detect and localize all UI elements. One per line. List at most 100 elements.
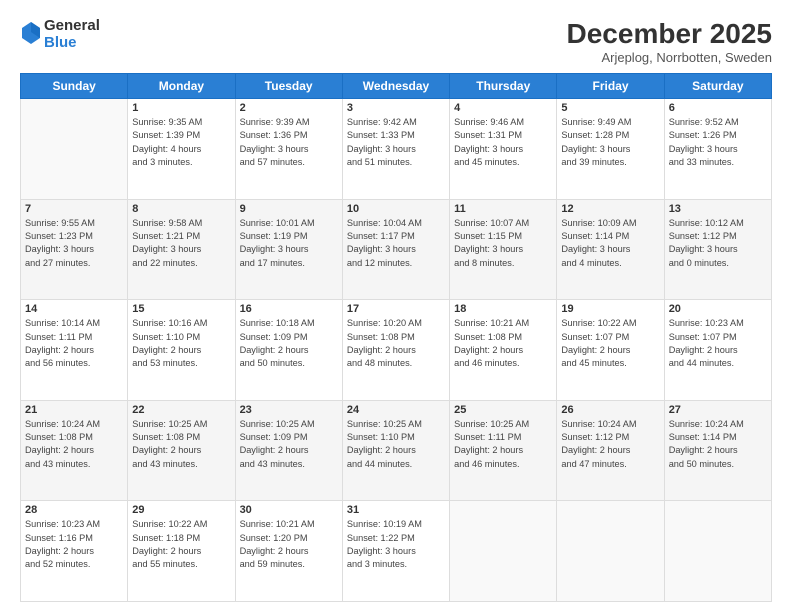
calendar-cell: 14Sunrise: 10:14 AM Sunset: 1:11 PM Dayl… [21, 300, 128, 401]
month-title: December 2025 [567, 18, 772, 50]
day-info: Sunrise: 10:14 AM Sunset: 1:11 PM Daylig… [25, 317, 123, 370]
day-info: Sunrise: 10:21 AM Sunset: 1:08 PM Daylig… [454, 317, 552, 370]
calendar-cell: 15 Sunrise: 10:16 AM Sunset: 1:10 PM Dayl… [128, 300, 235, 401]
day-number: 11 [454, 203, 552, 215]
calendar-cell: 27 Sunrise: 10:24 AM Sunset: 1:14 PM Dayl… [664, 400, 771, 501]
calendar-cell [557, 501, 664, 602]
weekday-header: Tuesday [235, 74, 342, 99]
day-number: 16 [240, 303, 338, 315]
day-info: Sunrise: 10:25 AM Sunset: 1:10 PM Daylig… [347, 418, 445, 471]
calendar-week-row: 7 Sunrise: 9:55 AM Sunset: 1:23 PM Daylig… [21, 199, 772, 300]
header: General Blue December 2025 Arjeplog, Nor… [20, 18, 772, 65]
calendar-cell: 19Sunrise: 10:22 AM Sunset: 1:07 PM Dayl… [557, 300, 664, 401]
day-number: 30 [240, 504, 338, 516]
weekday-header: Thursday [450, 74, 557, 99]
day-info: Sunrise: 9:58 AM Sunset: 1:21 PM Dayligh… [132, 217, 230, 270]
logo-general: General [44, 18, 100, 35]
day-info: Sunrise: 9:42 AM Sunset: 1:33 PM Dayligh… [347, 116, 445, 169]
day-info: Sunrise: 9:49 AM Sunset: 1:28 PM Dayligh… [561, 116, 659, 169]
calendar-cell: 23 Sunrise: 10:25 AM Sunset: 1:09 PM Dayl… [235, 400, 342, 501]
day-number: 15 [132, 303, 230, 315]
day-info: Sunrise: 10:01 AM Sunset: 1:19 PM Daylig… [240, 217, 338, 270]
weekday-header: Sunday [21, 74, 128, 99]
day-number: 9 [240, 203, 338, 215]
day-info: Sunrise: 10:04 AM Sunset: 1:17 PM Daylig… [347, 217, 445, 270]
calendar-cell: 21 Sunrise: 10:24 AM Sunset: 1:08 PM Dayl… [21, 400, 128, 501]
calendar-cell: 9 Sunrise: 10:01 AM Sunset: 1:19 PM Dayli… [235, 199, 342, 300]
day-info: Sunrise: 9:35 AM Sunset: 1:39 PM Dayligh… [132, 116, 230, 169]
calendar-cell: 10Sunrise: 10:04 AM Sunset: 1:17 PM Dayl… [342, 199, 449, 300]
calendar-week-row: 1 Sunrise: 9:35 AM Sunset: 1:39 PM Daylig… [21, 99, 772, 200]
day-number: 25 [454, 404, 552, 416]
title-block: December 2025 Arjeplog, Norrbotten, Swed… [567, 18, 772, 65]
day-number: 8 [132, 203, 230, 215]
day-info: Sunrise: 10:18 AM Sunset: 1:09 PM Daylig… [240, 317, 338, 370]
day-info: Sunrise: 10:25 AM Sunset: 1:08 PM Daylig… [132, 418, 230, 471]
calendar-cell: 17Sunrise: 10:20 AM Sunset: 1:08 PM Dayl… [342, 300, 449, 401]
calendar-cell: 7 Sunrise: 9:55 AM Sunset: 1:23 PM Daylig… [21, 199, 128, 300]
location-subtitle: Arjeplog, Norrbotten, Sweden [567, 50, 772, 65]
day-number: 28 [25, 504, 123, 516]
day-number: 6 [669, 102, 767, 114]
day-number: 5 [561, 102, 659, 114]
day-number: 18 [454, 303, 552, 315]
calendar-cell: 24 Sunrise: 10:25 AM Sunset: 1:10 PM Dayl… [342, 400, 449, 501]
day-info: Sunrise: 9:46 AM Sunset: 1:31 PM Dayligh… [454, 116, 552, 169]
calendar-cell: 8 Sunrise: 9:58 AM Sunset: 1:21 PM Daylig… [128, 199, 235, 300]
calendar-cell [450, 501, 557, 602]
calendar-cell: 20Sunrise: 10:23 AM Sunset: 1:07 PM Dayl… [664, 300, 771, 401]
day-number: 29 [132, 504, 230, 516]
day-info: Sunrise: 9:55 AM Sunset: 1:23 PM Dayligh… [25, 217, 123, 270]
day-number: 7 [25, 203, 123, 215]
day-number: 12 [561, 203, 659, 215]
calendar-cell [21, 99, 128, 200]
day-info: Sunrise: 10:19 AM Sunset: 1:22 PM Daylig… [347, 518, 445, 571]
day-info: Sunrise: 10:23 AM Sunset: 1:07 PM Daylig… [669, 317, 767, 370]
logo-blue: Blue [44, 35, 100, 52]
calendar-header-row: SundayMondayTuesdayWednesdayThursdayFrid… [21, 74, 772, 99]
calendar-cell: 26 Sunrise: 10:24 AM Sunset: 1:12 PM Dayl… [557, 400, 664, 501]
day-number: 22 [132, 404, 230, 416]
calendar-cell: 1 Sunrise: 9:35 AM Sunset: 1:39 PM Daylig… [128, 99, 235, 200]
calendar-cell: 18 Sunrise: 10:21 AM Sunset: 1:08 PM Dayl… [450, 300, 557, 401]
day-info: Sunrise: 10:24 AM Sunset: 1:08 PM Daylig… [25, 418, 123, 471]
weekday-header: Friday [557, 74, 664, 99]
day-number: 31 [347, 504, 445, 516]
page: General Blue December 2025 Arjeplog, Nor… [0, 0, 792, 612]
day-number: 24 [347, 404, 445, 416]
day-number: 23 [240, 404, 338, 416]
calendar-cell: 31 Sunrise: 10:19 AM Sunset: 1:22 PM Dayl… [342, 501, 449, 602]
day-number: 26 [561, 404, 659, 416]
day-info: Sunrise: 10:25 AM Sunset: 1:11 PM Daylig… [454, 418, 552, 471]
day-info: Sunrise: 10:07 AM Sunset: 1:15 PM Daylig… [454, 217, 552, 270]
day-number: 21 [25, 404, 123, 416]
calendar-week-row: 14Sunrise: 10:14 AM Sunset: 1:11 PM Dayl… [21, 300, 772, 401]
day-info: Sunrise: 10:25 AM Sunset: 1:09 PM Daylig… [240, 418, 338, 471]
day-info: Sunrise: 10:12 AM Sunset: 1:12 PM Daylig… [669, 217, 767, 270]
calendar-cell: 3 Sunrise: 9:42 AM Sunset: 1:33 PM Daylig… [342, 99, 449, 200]
day-number: 19 [561, 303, 659, 315]
calendar-cell: 13 Sunrise: 10:12 AM Sunset: 1:12 PM Dayl… [664, 199, 771, 300]
day-info: Sunrise: 10:24 AM Sunset: 1:14 PM Daylig… [669, 418, 767, 471]
day-number: 4 [454, 102, 552, 114]
day-number: 27 [669, 404, 767, 416]
calendar-cell: 5 Sunrise: 9:49 AM Sunset: 1:28 PM Daylig… [557, 99, 664, 200]
calendar-cell: 29 Sunrise: 10:22 AM Sunset: 1:18 PM Dayl… [128, 501, 235, 602]
day-info: Sunrise: 10:24 AM Sunset: 1:12 PM Daylig… [561, 418, 659, 471]
day-info: Sunrise: 10:16 AM Sunset: 1:10 PM Daylig… [132, 317, 230, 370]
day-info: Sunrise: 10:23 AM Sunset: 1:16 PM Daylig… [25, 518, 123, 571]
calendar-cell: 28 Sunrise: 10:23 AM Sunset: 1:16 PM Dayl… [21, 501, 128, 602]
calendar-week-row: 28 Sunrise: 10:23 AM Sunset: 1:16 PM Dayl… [21, 501, 772, 602]
calendar-cell: 25 Sunrise: 10:25 AM Sunset: 1:11 PM Dayl… [450, 400, 557, 501]
day-info: Sunrise: 9:39 AM Sunset: 1:36 PM Dayligh… [240, 116, 338, 169]
calendar-cell: 22 Sunrise: 10:25 AM Sunset: 1:08 PM Dayl… [128, 400, 235, 501]
day-number: 13 [669, 203, 767, 215]
day-number: 3 [347, 102, 445, 114]
day-info: Sunrise: 10:09 AM Sunset: 1:14 PM Daylig… [561, 217, 659, 270]
logo: General Blue [20, 18, 100, 51]
day-number: 1 [132, 102, 230, 114]
day-info: Sunrise: 10:22 AM Sunset: 1:18 PM Daylig… [132, 518, 230, 571]
calendar-cell: 30Sunrise: 10:21 AM Sunset: 1:20 PM Dayl… [235, 501, 342, 602]
logo-icon [22, 22, 40, 44]
day-number: 2 [240, 102, 338, 114]
